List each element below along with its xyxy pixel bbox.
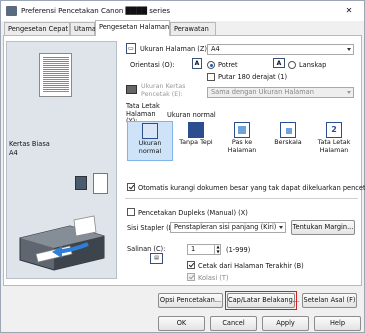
print-options-button[interactable]: Opsi Pencetakan... [158, 293, 223, 308]
copies-icon: ▤ [150, 253, 163, 264]
divider [125, 198, 358, 199]
apply-button[interactable]: Apply [262, 316, 309, 331]
auto-reduce-label: Otomatis kurangi dokumen besar yang tak … [138, 184, 365, 192]
landscape-radio[interactable] [288, 61, 296, 69]
ok-button[interactable]: OK [158, 316, 205, 331]
last-page-first-checkbox[interactable] [187, 261, 195, 269]
page-size-icon: ▭ [126, 43, 136, 54]
layout-option-label: Pas ke Halaman [227, 138, 257, 154]
printer-paper-label: Ukuran Kertas Pencetak (E): [141, 83, 186, 98]
preview-area: Kertas Biasa A4 [6, 41, 117, 279]
page-preview-content [43, 57, 69, 93]
printer-paper-value: Sama dengan Ukuran Halaman [211, 88, 314, 96]
last-page-first-label: Cetak dari Halaman Terakhir (B) [198, 262, 304, 270]
printer-paper-select[interactable]: Sama dengan Ukuran Halaman [207, 87, 354, 98]
help-button[interactable]: Help [314, 316, 361, 331]
portrait-radio[interactable] [207, 61, 215, 69]
printer-paper-icon [126, 85, 137, 94]
cancel-button[interactable]: Cancel [210, 316, 257, 331]
paper-orientation-icon [93, 173, 108, 194]
paper-source-icon [75, 176, 87, 190]
landscape-label: Lanskap [299, 61, 327, 69]
scaled-icon [280, 122, 296, 138]
collate-label: Kolasi (T) [198, 274, 229, 282]
page-size-select[interactable]: A4 [207, 44, 354, 55]
layout-option-label: Tata Letak Halaman [317, 138, 351, 154]
page-preview [39, 53, 72, 97]
duplex-checkbox[interactable] [127, 208, 135, 216]
defaults-button[interactable]: Setelan Asal (F) [302, 293, 357, 308]
title-bar: Preferensi Pencetakan Canon ████ series … [1, 1, 364, 21]
page-size-label: Ukuran Halaman (Z): [140, 45, 210, 53]
copies-value: 1 [191, 245, 196, 253]
specify-margin-button[interactable]: Tentukan Margin... [291, 220, 355, 235]
layout-option-borderless[interactable]: Tanpa Tepi [173, 121, 219, 161]
copies-label: Salinan (C): [127, 245, 166, 253]
window-title: Preferensi Pencetakan Canon ████ series [21, 7, 171, 15]
printer-app-icon [6, 6, 17, 16]
page-size-value: A4 [211, 45, 220, 53]
stapling-side-value: Penstapleran sisi panjang (Kiri) [174, 223, 277, 231]
portrait-label: Potret [218, 61, 238, 69]
tab-quick-setup[interactable]: Pengesetan Cepat [4, 22, 70, 35]
preview-paper-name: Kertas Biasa [9, 140, 50, 148]
rotate-180-label: Putar 180 derajat (1) [218, 73, 288, 81]
page-layout-current: Ukuran normal [167, 111, 216, 119]
tab-page-setup[interactable]: Pengesetan Halaman [95, 20, 170, 36]
layout-option-fit-to-page[interactable]: Pas ke Halaman [219, 121, 265, 161]
fit-to-page-icon [234, 122, 250, 138]
borderless-icon [188, 122, 204, 138]
landscape-icon: A [273, 58, 285, 68]
stapling-side-select[interactable]: Penstapleran sisi panjang (Kiri) [170, 222, 286, 233]
close-button[interactable]: ✕ [340, 4, 358, 18]
tab-maintenance[interactable]: Perawatan [170, 22, 216, 35]
duplex-label: Pencetakan Dupleks (Manual) (X) [138, 209, 248, 217]
printer-illustration [19, 215, 105, 271]
printing-preferences-window: Preferensi Pencetakan Canon ████ series … [0, 0, 365, 333]
chevron-down-icon [347, 48, 351, 51]
layout-option-label: Ukuran normal [138, 139, 162, 155]
rotate-180-checkbox[interactable] [207, 73, 215, 81]
layout-option-page-layout[interactable]: 2 Tata Letak Halaman [311, 121, 357, 161]
copies-stepper[interactable]: ▲ ▼ [214, 244, 221, 255]
layout-option-scaled[interactable]: Berskala [265, 121, 311, 161]
page-layout-icon: 2 [326, 122, 342, 138]
chevron-down-icon [279, 226, 283, 229]
tab-main[interactable]: Utama [70, 22, 96, 35]
collate-checkbox[interactable] [187, 273, 195, 281]
layout-option-normal-size[interactable]: Ukuran normal [127, 121, 173, 161]
orientation-label: Orientasi (O): [130, 61, 175, 69]
portrait-icon: A [192, 58, 202, 69]
copies-range: (1-999) [226, 246, 251, 254]
normal-size-icon [142, 123, 158, 139]
chevron-down-icon [347, 91, 351, 94]
auto-reduce-checkbox[interactable] [127, 183, 135, 191]
layout-option-label: Tanpa Tepi [179, 138, 213, 146]
layout-option-label: Berskala [274, 138, 302, 146]
preview-paper-size: A4 [9, 149, 18, 157]
highlight-box [225, 291, 297, 310]
